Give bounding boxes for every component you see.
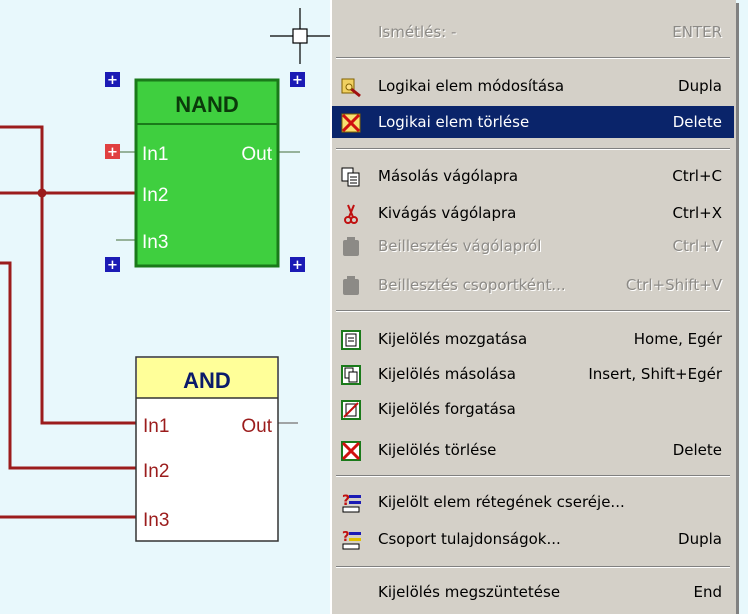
menu-item-label: Kivágás vágólapra <box>378 204 517 222</box>
svg-text:+: + <box>292 258 303 273</box>
menu-separator <box>336 566 730 568</box>
nand-pin-in2: In2 <box>142 185 168 206</box>
svg-text:+: + <box>292 73 303 88</box>
rotate-selection-icon <box>341 400 361 420</box>
menu-separator <box>336 57 730 59</box>
svg-text:+: + <box>107 258 118 273</box>
menu-item-shortcut: Delete <box>672 441 722 459</box>
menu-item-copy-selection[interactable]: Kijelölés másolása Insert, Shift+Egér <box>332 358 734 390</box>
menu-item-move-selection[interactable]: Kijelölés mozgatása Home, Egér <box>332 323 734 355</box>
cut-icon <box>344 204 358 224</box>
copy-selection-icon <box>341 365 361 385</box>
menu-item-shortcut: Ctrl+X <box>672 204 722 222</box>
and-pin-out: Out <box>241 416 272 437</box>
menu-item-label: Kijelölés mozgatása <box>378 330 528 348</box>
nand-pin-out: Out <box>241 144 272 165</box>
menu-item-repeat: Ismétlés: - ENTER <box>332 16 734 48</box>
menu-item-rotate-selection[interactable]: Kijelölés forgatása <box>332 393 734 425</box>
and-gate[interactable]: AND In1 In2 In3 Out <box>135 356 279 542</box>
menu-item-shortcut: Insert, Shift+Egér <box>588 365 722 383</box>
svg-text:+: + <box>107 145 118 160</box>
delete-selection-icon <box>341 441 361 461</box>
menu-item-shortcut: Dupla <box>678 77 722 95</box>
menu-item-paste-as-group: Beillesztés csoportként... Ctrl+Shift+V <box>332 269 734 301</box>
menu-item-label: Beillesztés vágólapról <box>378 237 542 255</box>
wire-junction <box>37 188 47 198</box>
menu-item-label: Kijelölés megszüntetése <box>378 583 561 601</box>
menu-item-shortcut: Ctrl+Shift+V <box>625 276 722 294</box>
and-pin-in3: In3 <box>143 510 169 531</box>
menu-item-label: Csoport tulajdonságok... <box>378 530 561 548</box>
handle-pin-in1[interactable]: + <box>105 144 120 160</box>
menu-item-shortcut: Dupla <box>678 530 722 548</box>
and-pin-in1: In1 <box>143 416 169 437</box>
group-properties-icon: ? <box>342 530 361 550</box>
menu-separator <box>336 148 730 150</box>
handle-top-right[interactable]: + <box>290 72 305 88</box>
menu-item-label: Beillesztés csoportként... <box>378 276 566 294</box>
menu-item-shortcut: Ctrl+C <box>672 167 722 185</box>
menu-item-delete-element[interactable]: Logikai elem törlése Delete <box>332 106 734 138</box>
menu-item-copy[interactable]: Másolás vágólapra Ctrl+C <box>332 160 734 192</box>
menu-item-label: Ismétlés: - <box>378 23 457 41</box>
edit-element-icon <box>341 78 361 98</box>
menu-separator <box>336 310 730 312</box>
paste-group-icon <box>343 276 359 295</box>
svg-text:?: ? <box>342 530 350 545</box>
menu-item-label: Logikai elem módosítása <box>378 77 565 95</box>
menu-item-shortcut: End <box>693 583 722 601</box>
and-pin-in2: In2 <box>143 461 169 482</box>
menu-item-label: Kijelölés másolása <box>378 365 516 383</box>
handle-bottom-right[interactable]: + <box>290 257 305 273</box>
svg-text:+: + <box>107 73 118 88</box>
and-title: AND <box>183 368 231 393</box>
menu-item-label: Kijelölés forgatása <box>378 400 516 418</box>
change-layer-icon: ? <box>342 493 361 513</box>
menu-separator <box>336 475 730 477</box>
handle-top-left[interactable]: + <box>105 72 120 88</box>
move-selection-icon <box>341 330 361 350</box>
menu-item-label: Másolás vágólapra <box>378 167 519 185</box>
delete-element-icon <box>341 113 361 133</box>
nand-title: NAND <box>175 92 239 117</box>
menu-item-shortcut: Delete <box>672 113 722 131</box>
copy-icon <box>341 167 360 187</box>
crosshair-cursor-icon <box>270 8 330 64</box>
menu-item-clear-selection[interactable]: Kijelölés megszüntetése End <box>332 576 734 608</box>
menu-item-cut[interactable]: Kivágás vágólapra Ctrl+X <box>332 197 734 229</box>
handle-bottom-left[interactable]: + <box>105 257 120 273</box>
context-menu: Ismétlés: - ENTER Logikai elem módosítás… <box>330 0 736 614</box>
menu-item-shortcut: Home, Egér <box>633 330 722 348</box>
menu-item-shortcut: Ctrl+V <box>672 237 722 255</box>
nand-gate[interactable]: NAND In1 In2 In3 Out <box>134 78 280 268</box>
menu-item-label: Kijelölt elem rétegének cseréje... <box>378 493 625 511</box>
nand-pin-in3: In3 <box>142 232 168 253</box>
menu-item-paste: Beillesztés vágólapról Ctrl+V <box>332 230 734 262</box>
menu-item-shortcut: ENTER <box>672 23 722 41</box>
menu-item-change-layer[interactable]: ? Kijelölt elem rétegének cseréje... <box>332 486 734 518</box>
menu-item-edit-element[interactable]: Logikai elem módosítása Dupla <box>332 70 734 102</box>
menu-item-label: Kijelölés törlése <box>378 441 497 459</box>
nand-pin-in1: In1 <box>142 144 168 165</box>
menu-item-label: Logikai elem törlése <box>378 113 530 131</box>
menu-item-delete-selection[interactable]: Kijelölés törlése Delete <box>332 434 734 466</box>
paste-icon <box>343 237 359 256</box>
menu-item-group-properties[interactable]: ? Csoport tulajdonságok... Dupla <box>332 523 734 555</box>
wires <box>0 125 136 519</box>
